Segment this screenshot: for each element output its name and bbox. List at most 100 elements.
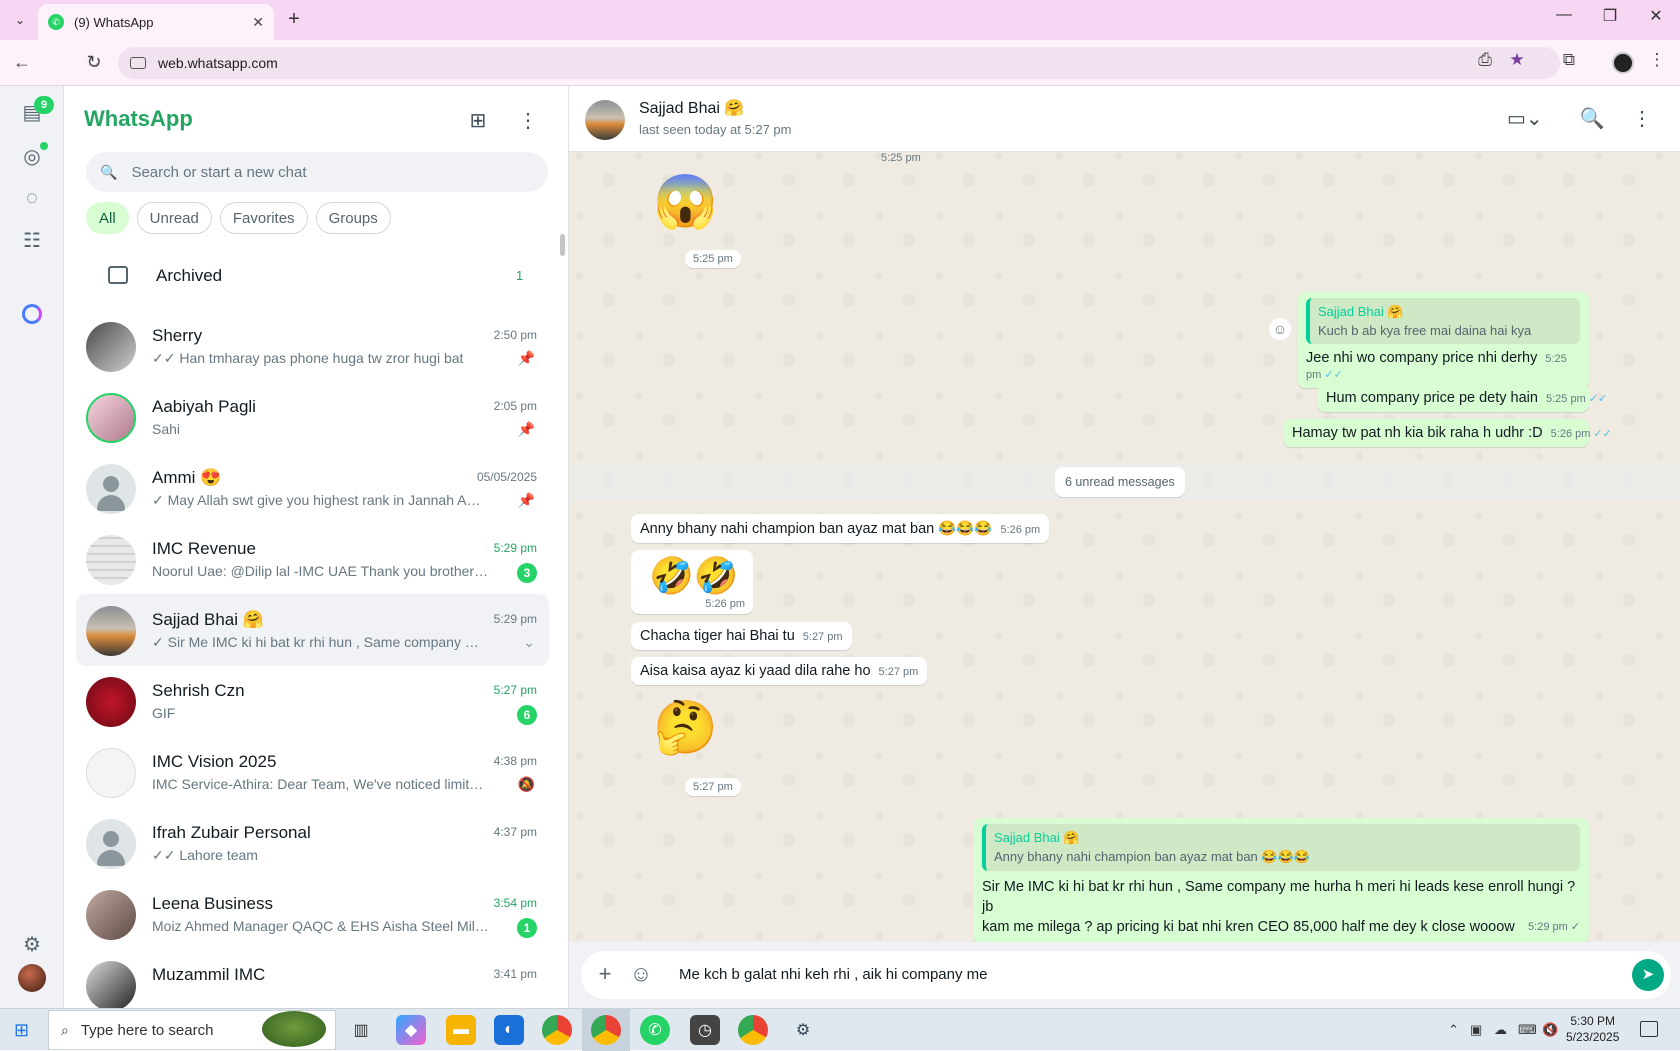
install-app-icon[interactable]: ⎙	[1472, 50, 1498, 70]
emoji-content: 🤣🤣	[649, 555, 739, 596]
menu-icon[interactable]: ⋮	[514, 108, 542, 133]
minimize-button[interactable]: —	[1544, 6, 1584, 24]
chat-item-sehrish[interactable]: Sehrish Czn 5:27 pm GIF 6	[76, 665, 549, 737]
copilot-icon[interactable]: ◆	[396, 1015, 426, 1045]
communities-icon[interactable]: ☷	[18, 226, 46, 254]
message-text: Hamay tw pat nh kia bik raha h udhr :D	[1292, 425, 1543, 441]
browser-tab-bar: ⌄ ✆ (9) WhatsApp ✕ + — ❐ ✕	[0, 0, 1680, 40]
incoming-emoji-message[interactable]: 🤣🤣 5:26 pm	[631, 550, 753, 614]
reaction-emoji-icon[interactable]: ☺	[1269, 318, 1291, 340]
settings-icon[interactable]: ⚙	[18, 930, 46, 958]
onedrive-icon[interactable]: ☁	[1494, 1022, 1507, 1038]
filter-favorites[interactable]: Favorites	[219, 202, 308, 234]
bookmark-star-icon[interactable]: ★	[1504, 50, 1530, 70]
composer-text: Me kch b galat nhi keh rhi , aik hi comp…	[679, 966, 988, 983]
chat-name: Aabiyah Pagli	[152, 397, 256, 416]
chat-time: 05/05/2025	[476, 470, 537, 484]
quoted-message[interactable]: Sajjad Bhai 🤗 Kuch b ab kya free mai dai…	[1306, 298, 1580, 344]
chat-item-aabiyah[interactable]: Aabiyah Pagli 2:05 pm Sahi 📌	[76, 381, 549, 453]
tray-chevron-icon[interactable]: ⌃	[1448, 1022, 1459, 1038]
quoted-message[interactable]: Sajjad Bhai 🤗 Anny bhany nahi champion b…	[982, 824, 1580, 871]
outgoing-message-reply[interactable]: Sajjad Bhai 🤗 Anny bhany nahi champion b…	[973, 818, 1589, 943]
task-view-icon[interactable]: ▥	[346, 1015, 376, 1045]
chat-preview: Moiz Ahmed Manager QAQC & EHS Aisha Stee…	[152, 918, 490, 934]
chat-time: 2:50 pm	[493, 328, 537, 342]
chat-name: Sehrish Czn	[152, 681, 245, 700]
message-input[interactable]: + ☺ Me kch b galat nhi keh rhi , aik hi …	[581, 951, 1671, 999]
back-button[interactable]: ←	[10, 52, 34, 73]
system-clock[interactable]: 5:30 PM 5/23/2025	[1566, 1013, 1619, 1045]
conversation-menu-icon[interactable]: ⋮	[1627, 106, 1657, 131]
chat-item-imc-revenue[interactable]: IMC Revenue 5:29 pm Noorul Uae: @Dilip l…	[76, 523, 549, 595]
chat-preview: ✓✓ Lahore team	[152, 847, 258, 863]
reload-button[interactable]: ↻	[82, 52, 106, 73]
conversation-header[interactable]: Sajjad Bhai 🤗 last seen today at 5:27 pm…	[569, 86, 1680, 152]
chat-item-ammi[interactable]: Ammi 😍 05/05/2025 ✓ May Allah swt give y…	[76, 452, 549, 524]
chevron-down-icon[interactable]: ⌄	[523, 634, 535, 651]
chat-item-ifrah[interactable]: Ifrah Zubair Personal 4:37 pm ✓✓ Lahore …	[76, 807, 549, 879]
network-icon[interactable]: ⌨	[1518, 1022, 1537, 1038]
browser-menu-icon[interactable]: ⋮	[1644, 50, 1670, 70]
chat-list-scrollbar[interactable]	[560, 234, 565, 256]
outgoing-message-reply[interactable]: Sajjad Bhai 🤗 Kuch b ab kya free mai dai…	[1297, 292, 1589, 388]
restore-button[interactable]: ❐	[1590, 6, 1630, 26]
volume-muted-icon[interactable]: 🔇	[1542, 1022, 1558, 1038]
chat-item-sajjad[interactable]: Sajjad Bhai 🤗 5:29 pm ✓ Sir Me IMC ki hi…	[76, 594, 549, 666]
file-explorer-icon[interactable]: ▬	[446, 1015, 476, 1045]
notifications-icon[interactable]	[1640, 1021, 1658, 1037]
chat-item-leena[interactable]: Leena Business 3:54 pm Moiz Ahmed Manage…	[76, 878, 549, 950]
filter-all[interactable]: All	[86, 202, 129, 234]
message-time: 5:25 pm	[685, 250, 741, 268]
attach-plus-icon[interactable]: +	[591, 961, 619, 987]
contact-avatar[interactable]	[585, 100, 625, 140]
new-chat-icon[interactable]: ⊞	[464, 108, 492, 133]
tray-camera-icon[interactable]: ▣	[1470, 1022, 1482, 1038]
emoji-sticker-icon[interactable]: ☺	[627, 961, 655, 987]
settings-gear-icon[interactable]: ⚙	[788, 1015, 818, 1045]
outgoing-message[interactable]: Hamay tw pat nh kia bik raha h udhr :D 5:…	[1283, 419, 1612, 447]
chrome-icon[interactable]	[542, 1015, 572, 1045]
profile-avatar[interactable]	[18, 964, 46, 992]
message-text-line-2: kam me milega ? ap pricing ki bat nhi kr…	[982, 919, 1515, 935]
filter-groups[interactable]: Groups	[315, 202, 391, 234]
browser-profile-avatar[interactable]	[1612, 52, 1634, 74]
close-tab-icon[interactable]: ✕	[252, 14, 264, 31]
message-text: Hum company price pe dety hain	[1326, 390, 1538, 406]
incoming-message[interactable]: Anny bhany nahi champion ban ayaz mat ba…	[631, 514, 1050, 543]
extensions-icon[interactable]: ⧉	[1556, 50, 1582, 70]
message-text: Jee nhi wo company price nhi derhy	[1306, 350, 1538, 366]
os-taskbar: ⊞ ⌕ Type here to search ▥ ◆ ▬ ◐ ✆ ◷ ⚙ ⌃ …	[0, 1008, 1680, 1051]
whatsapp-taskbar-icon[interactable]: ✆	[640, 1015, 670, 1045]
chrome-profile-icon[interactable]	[738, 1015, 768, 1045]
incoming-message[interactable]: Aisa kaisa ayaz ki yaad dila rahe ho 5:27…	[631, 657, 928, 685]
quoted-text: Anny bhany nahi champion ban ayaz mat ba…	[994, 849, 1310, 864]
chat-item-imc-vision[interactable]: IMC Vision 2025 4:38 pm IMC Service-Athi…	[76, 736, 549, 808]
tab-search-chevron-icon[interactable]: ⌄	[8, 8, 32, 32]
chat-item-sherry[interactable]: Sherry 2:50 pm ✓✓ Han tmharay pas phone …	[76, 310, 549, 382]
search-icon: 🔍	[100, 163, 118, 180]
windows-start-icon[interactable]: ⊞	[14, 1020, 29, 1041]
new-tab-button[interactable]: +	[282, 8, 306, 31]
clock-app-icon[interactable]: ◷	[690, 1015, 720, 1045]
incoming-message[interactable]: Chacha tiger hai Bhai tu 5:27 pm	[631, 622, 852, 650]
chat-item-muzammil[interactable]: Muzammil IMC 3:41 pm	[76, 949, 549, 1008]
archived-row[interactable]: Archived 1	[64, 246, 564, 306]
channels-icon[interactable]: ◌	[18, 184, 46, 212]
send-button[interactable]: ➤	[1632, 959, 1664, 991]
browser-tab-whatsapp[interactable]: ✆ (9) WhatsApp ✕	[38, 4, 274, 40]
video-call-icon[interactable]: ▭⌄	[1507, 106, 1543, 131]
chrome-active-icon[interactable]	[591, 1015, 621, 1045]
site-info-icon[interactable]	[130, 57, 146, 69]
search-messages-icon[interactable]: 🔍	[1577, 106, 1607, 131]
contact-name[interactable]: Sajjad Bhai 🤗	[639, 98, 744, 118]
app-icon-blue[interactable]: ◐	[494, 1015, 524, 1045]
chat-time: 5:27 pm	[493, 683, 537, 697]
avatar	[86, 748, 136, 798]
search-input[interactable]: 🔍 Search or start a new chat	[86, 152, 548, 192]
close-window-button[interactable]: ✕	[1636, 6, 1676, 26]
address-bar[interactable]: web.whatsapp.com	[118, 47, 1560, 79]
turtle-highlight-icon[interactable]	[262, 1011, 326, 1047]
filter-unread[interactable]: Unread	[136, 202, 212, 234]
meta-ai-icon[interactable]	[22, 304, 42, 324]
outgoing-message[interactable]: Hum company price pe dety hain 5:25 pm ✓✓	[1317, 384, 1607, 412]
